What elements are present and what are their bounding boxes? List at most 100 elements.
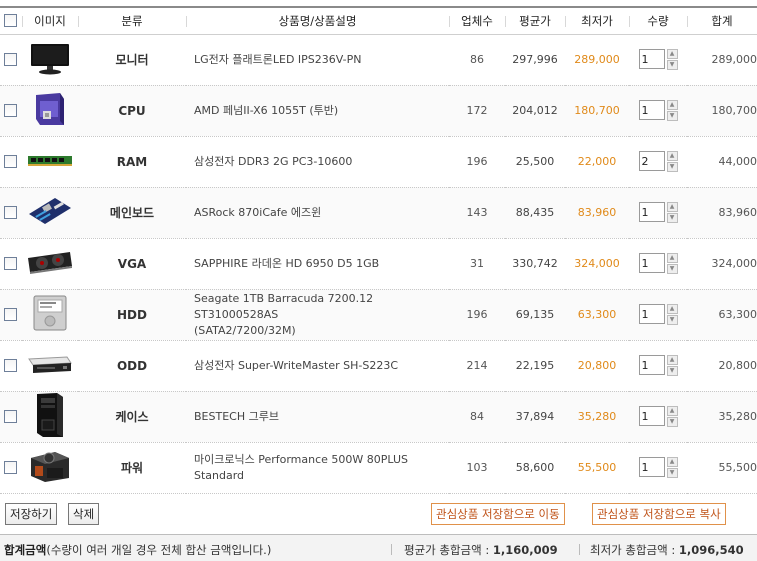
product-image-cell xyxy=(22,136,78,188)
min-total: 최저가 총합금액 : 1,096,540 xyxy=(590,542,744,558)
avg-price: 69,135 xyxy=(505,289,565,341)
row-checkbox[interactable] xyxy=(4,461,17,474)
quantity-input[interactable] xyxy=(638,253,665,273)
row-checkbox[interactable] xyxy=(4,257,17,270)
qty-up-icon[interactable]: ▲ xyxy=(666,151,678,161)
qty-down-icon[interactable]: ▼ xyxy=(666,315,678,325)
vga-card-icon[interactable] xyxy=(26,250,74,277)
product-name[interactable]: Seagate 1TB Barracuda 7200.12 ST31000528… xyxy=(194,291,449,323)
quantity-input[interactable] xyxy=(638,100,665,120)
row-total: 180,700 xyxy=(687,85,757,137)
row-checkbox[interactable] xyxy=(4,104,17,117)
qty-cell: ▲▼ xyxy=(629,442,687,494)
quantity-spin: ▲ ▼ xyxy=(666,202,678,223)
quantity-input[interactable] xyxy=(638,406,665,426)
quantity-input[interactable] xyxy=(638,151,665,171)
quantity-spin: ▲ ▼ xyxy=(666,49,678,70)
category-label: 모니터 xyxy=(78,34,186,86)
qty-cell: ▲▼ xyxy=(629,136,687,188)
qty-down-icon[interactable]: ▼ xyxy=(666,468,678,478)
save-button[interactable]: 저장하기 xyxy=(5,503,58,525)
quantity-input[interactable] xyxy=(638,202,665,222)
header-select-all[interactable] xyxy=(0,8,22,35)
product-name[interactable]: SAPPHIRE 라데온 HD 6950 D5 1GB xyxy=(194,256,449,272)
quantity-stepper: ▲▼ xyxy=(638,100,678,121)
select-all-checkbox[interactable] xyxy=(4,14,17,28)
row-select-cell xyxy=(0,187,22,239)
qty-up-icon[interactable]: ▲ xyxy=(666,202,678,212)
row-total: 63,300 xyxy=(687,289,757,341)
hdd-icon[interactable] xyxy=(31,295,69,334)
category-label: VGA xyxy=(78,238,186,290)
qty-up-icon[interactable]: ▲ xyxy=(666,355,678,365)
min-price: 55,500 xyxy=(565,442,629,494)
qty-up-icon[interactable]: ▲ xyxy=(666,457,678,467)
copy-to-wishlist-button[interactable]: 관심상품 저장함으로 복사 xyxy=(592,503,726,525)
quantity-input[interactable] xyxy=(638,49,665,69)
row-checkbox[interactable] xyxy=(4,206,17,219)
quantity-spin: ▲ ▼ xyxy=(666,457,678,478)
product-image-cell xyxy=(22,34,78,86)
monitor-icon[interactable] xyxy=(30,41,70,78)
row-checkbox[interactable] xyxy=(4,410,17,423)
move-to-wishlist-button[interactable]: 관심상품 저장함으로 이동 xyxy=(431,503,565,525)
row-checkbox[interactable] xyxy=(4,308,17,321)
product-name[interactable]: BESTECH 그루브 xyxy=(194,409,449,425)
product-name-line2[interactable]: (SATA2/7200/32M) xyxy=(194,323,449,339)
table-row: ODD 삼성전자 Super-WriteMaster SH-S223C 214 22,… xyxy=(0,340,757,392)
quantity-stepper: ▲▼ xyxy=(638,406,678,427)
qty-cell: ▲▼ xyxy=(629,391,687,443)
qty-down-icon[interactable]: ▼ xyxy=(666,60,678,70)
odd-drive-icon[interactable] xyxy=(27,353,73,378)
qty-up-icon[interactable]: ▲ xyxy=(666,304,678,314)
qty-down-icon[interactable]: ▼ xyxy=(666,162,678,172)
seller-count: 84 xyxy=(449,391,505,443)
product-name[interactable]: 삼성전자 DDR3 2G PC3-10600 xyxy=(194,154,449,170)
row-checkbox[interactable] xyxy=(4,53,17,66)
seller-count: 196 xyxy=(449,289,505,341)
quantity-input[interactable] xyxy=(638,355,665,375)
qty-up-icon[interactable]: ▲ xyxy=(666,49,678,59)
qty-down-icon[interactable]: ▼ xyxy=(666,111,678,121)
ram-icon[interactable] xyxy=(27,153,73,170)
row-total: 55,500 xyxy=(687,442,757,494)
qty-cell: ▲▼ xyxy=(629,289,687,341)
qty-down-icon[interactable]: ▼ xyxy=(666,213,678,223)
row-select-cell xyxy=(0,442,22,494)
category-label: 파워 xyxy=(78,442,186,494)
delete-button[interactable]: 삭제 xyxy=(68,503,100,525)
quantity-stepper: ▲▼ xyxy=(638,457,678,478)
quantity-input[interactable] xyxy=(638,457,665,477)
quantity-input[interactable] xyxy=(638,304,665,324)
qty-up-icon[interactable]: ▲ xyxy=(666,253,678,263)
qty-cell: ▲▼ xyxy=(629,85,687,137)
qty-cell: ▲▼ xyxy=(629,340,687,392)
qty-down-icon[interactable]: ▼ xyxy=(666,417,678,427)
row-checkbox[interactable] xyxy=(4,359,17,372)
product-name[interactable]: LG전자 플래트론LED IPS236V-PN xyxy=(194,52,449,68)
avg-price: 297,996 xyxy=(505,34,565,86)
cpu-box-icon[interactable] xyxy=(30,91,70,130)
qty-cell: ▲▼ xyxy=(629,187,687,239)
power-supply-icon[interactable] xyxy=(27,448,73,487)
row-checkbox[interactable] xyxy=(4,155,17,168)
qty-up-icon[interactable]: ▲ xyxy=(666,100,678,110)
footer-divider xyxy=(391,544,392,555)
row-select-cell xyxy=(0,238,22,290)
product-name[interactable]: 삼성전자 Super-WriteMaster SH-S223C xyxy=(194,358,449,374)
mainboard-icon[interactable] xyxy=(27,196,73,229)
qty-up-icon[interactable]: ▲ xyxy=(666,406,678,416)
product-name[interactable]: 마이크로닉스 Performance 500W 80PLUS xyxy=(194,452,449,468)
avg-price: 330,742 xyxy=(505,238,565,290)
product-name[interactable]: ASRock 870iCafe 에즈윈 xyxy=(194,205,449,221)
case-icon[interactable] xyxy=(33,392,67,441)
product-image-cell xyxy=(22,391,78,443)
quantity-stepper: ▲▼ xyxy=(638,151,678,172)
row-total: 44,000 xyxy=(687,136,757,188)
product-name[interactable]: AMD 페넘II-X6 1055T (투반) xyxy=(194,103,449,119)
qty-down-icon[interactable]: ▼ xyxy=(666,366,678,376)
seller-count: 196 xyxy=(449,136,505,188)
qty-down-icon[interactable]: ▼ xyxy=(666,264,678,274)
header-sellers: 업체수 xyxy=(449,8,505,35)
product-name-line2[interactable]: Standard xyxy=(194,468,449,484)
